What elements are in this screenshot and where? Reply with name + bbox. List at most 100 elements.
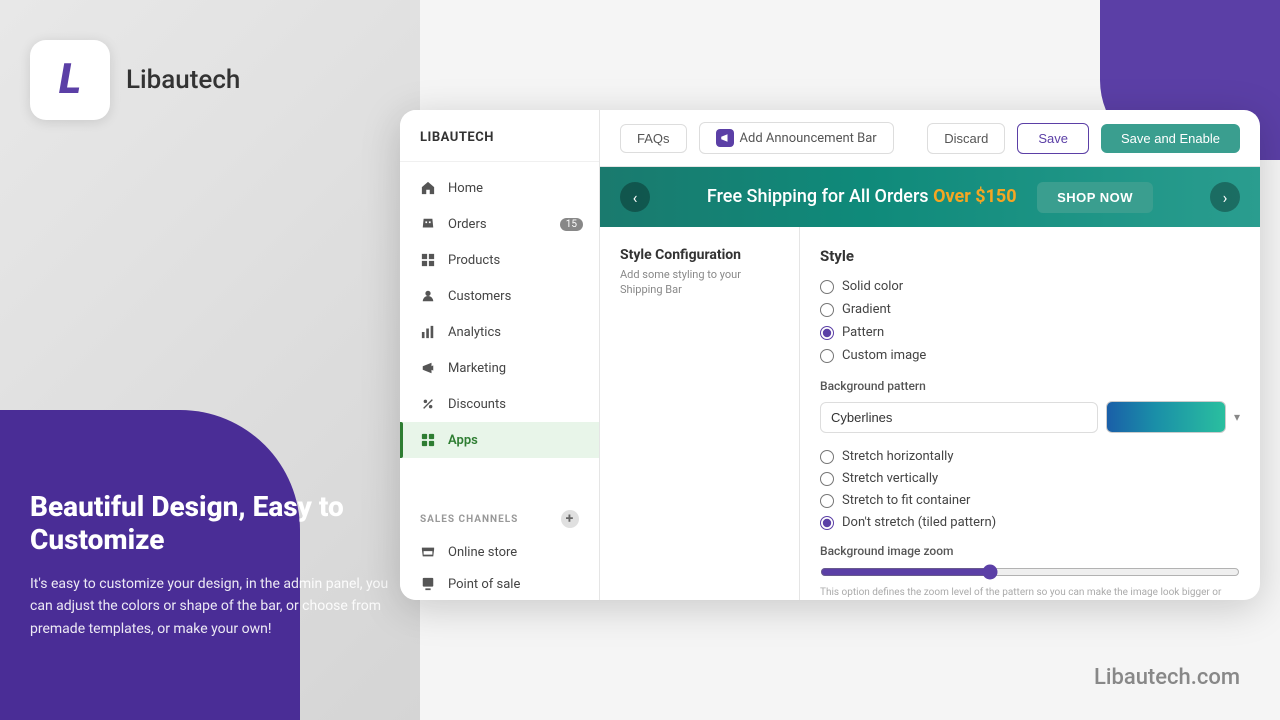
logo-area: L Libautech <box>30 40 240 120</box>
pos-icon <box>420 576 436 592</box>
zoom-label: Background image zoom <box>820 544 1240 558</box>
add-channel-button[interactable]: + <box>561 510 579 528</box>
style-radio-pattern[interactable] <box>820 326 834 340</box>
style-config-right: Style Solid color Gradient <box>800 227 1260 600</box>
style-config-left: Style Configuration Add some styling to … <box>600 227 800 600</box>
shop-now-button[interactable]: SHOP NOW <box>1037 182 1153 213</box>
products-icon <box>420 252 436 268</box>
stretch-h[interactable]: Stretch horizontally <box>820 449 1240 464</box>
style-section-title: Style <box>820 247 1240 265</box>
save-button[interactable]: Save <box>1017 123 1089 154</box>
config-panel: Style Configuration Add some styling to … <box>600 227 1260 600</box>
stretch-radio-h[interactable] <box>820 450 834 464</box>
style-option-solid[interactable]: Solid color <box>820 279 1240 294</box>
tab-icon <box>716 129 734 147</box>
marketing-icon <box>420 360 436 376</box>
sidebar-item-point-of-sale[interactable]: Point of sale <box>400 568 599 600</box>
store-icon <box>420 544 436 560</box>
sidebar-brand: LIBAUTECH <box>400 110 599 162</box>
apps-icon <box>420 432 436 448</box>
logo-name: Libautech <box>126 65 240 95</box>
products-label: Products <box>448 253 500 268</box>
headline: Beautiful Design, Easy to Customize <box>30 490 390 557</box>
active-bar <box>400 422 403 458</box>
discounts-icon <box>420 396 436 412</box>
save-enable-button[interactable]: Save and Enable <box>1101 124 1240 153</box>
stretch-radio-tile[interactable] <box>820 516 834 530</box>
orders-badge: 15 <box>560 218 583 231</box>
style-radio-solid[interactable] <box>820 280 834 294</box>
stretch-radio-v[interactable] <box>820 472 834 486</box>
style-label-solid: Solid color <box>842 279 903 294</box>
discard-button[interactable]: Discard <box>927 123 1005 154</box>
stretch-v[interactable]: Stretch vertically <box>820 471 1240 486</box>
logo-box: L <box>30 40 110 120</box>
sidebar-item-apps[interactable]: Apps <box>400 422 599 458</box>
style-config-desc: Add some styling to your Shipping Bar <box>620 267 779 298</box>
stretch-label-tile: Don't stretch (tiled pattern) <box>842 515 996 530</box>
style-radio-custom[interactable] <box>820 349 834 363</box>
stretch-fit[interactable]: Stretch to fit container <box>820 493 1240 508</box>
bottom-right-url: Libautech.com <box>1094 665 1240 690</box>
body-text: It's easy to customize your design, in t… <box>30 573 390 640</box>
sidebar-item-orders[interactable]: Orders 15 <box>400 206 599 242</box>
add-announcement-tab[interactable]: Add Announcement Bar <box>699 122 894 154</box>
style-label-custom: Custom image <box>842 348 926 363</box>
app-window: LIBAUTECH Home Orders 15 <box>400 110 1260 600</box>
marketing-label: Marketing <box>448 361 506 376</box>
style-label-gradient: Gradient <box>842 302 891 317</box>
zoom-hint: This option defines the zoom level of th… <box>820 586 1240 600</box>
zoom-slider[interactable] <box>820 564 1240 580</box>
style-option-custom[interactable]: Custom image <box>820 348 1240 363</box>
logo-letter-icon: L <box>59 59 81 101</box>
sidebar-item-home[interactable]: Home <box>400 170 599 206</box>
style-label-pattern: Pattern <box>842 325 884 340</box>
nav-items: Home Orders 15 Products <box>400 162 599 498</box>
main-content: FAQs Add Announcement Bar Discard Save S… <box>600 110 1260 600</box>
style-config-title: Style Configuration <box>620 247 779 263</box>
customers-icon <box>420 288 436 304</box>
analytics-icon <box>420 324 436 340</box>
stretch-label-h: Stretch horizontally <box>842 449 953 464</box>
faqs-tab[interactable]: FAQs <box>620 124 687 153</box>
style-radio-group: Solid color Gradient Pattern <box>820 279 1240 363</box>
apps-label: Apps <box>448 433 478 448</box>
sidebar-item-analytics[interactable]: Analytics <box>400 314 599 350</box>
stretch-label-fit: Stretch to fit container <box>842 493 970 508</box>
banner-text-before: Free Shipping for All Orders <box>707 186 929 207</box>
style-option-gradient[interactable]: Gradient <box>820 302 1240 317</box>
color-swatch[interactable] <box>1106 401 1226 433</box>
left-panel-text: Beautiful Design, Easy to Customize It's… <box>30 490 390 640</box>
bg-pattern-label: Background pattern <box>820 379 1240 393</box>
sales-channels-section: SALES CHANNELS + <box>400 498 599 536</box>
discounts-label: Discounts <box>448 397 506 412</box>
sidebar-item-customers[interactable]: Customers <box>400 278 599 314</box>
dropdown-arrow-icon: ▾ <box>1234 410 1240 424</box>
style-option-pattern[interactable]: Pattern <box>820 325 1240 340</box>
sidebar-item-discounts[interactable]: Discounts <box>400 386 599 422</box>
point-of-sale-label: Point of sale <box>448 577 520 592</box>
orders-label: Orders <box>448 217 487 232</box>
sidebar-item-products[interactable]: Products <box>400 242 599 278</box>
bg-pattern-row: ▾ <box>820 401 1240 433</box>
preview-banner: ‹ Free Shipping for All Orders Over $150… <box>600 167 1260 227</box>
customers-label: Customers <box>448 289 511 304</box>
style-radio-gradient[interactable] <box>820 303 834 317</box>
banner-next-button[interactable]: › <box>1210 182 1240 212</box>
banner-highlight: Over $150 <box>933 186 1017 207</box>
online-store-label: Online store <box>448 545 517 560</box>
home-label: Home <box>448 181 483 196</box>
stretch-tile[interactable]: Don't stretch (tiled pattern) <box>820 515 1240 530</box>
sidebar-item-marketing[interactable]: Marketing <box>400 350 599 386</box>
analytics-label: Analytics <box>448 325 501 340</box>
banner-text: Free Shipping for All Orders Over $150 S… <box>650 182 1210 213</box>
sidebar-item-online-store[interactable]: Online store <box>400 536 599 568</box>
stretch-radio-group: Stretch horizontally Stretch vertically … <box>820 449 1240 530</box>
stretch-label-v: Stretch vertically <box>842 471 938 486</box>
home-icon <box>420 180 436 196</box>
stretch-radio-fit[interactable] <box>820 494 834 508</box>
banner-prev-button[interactable]: ‹ <box>620 182 650 212</box>
top-bar: FAQs Add Announcement Bar Discard Save S… <box>600 110 1260 167</box>
add-announcement-label: Add Announcement Bar <box>740 131 877 146</box>
pattern-input[interactable] <box>820 402 1098 433</box>
